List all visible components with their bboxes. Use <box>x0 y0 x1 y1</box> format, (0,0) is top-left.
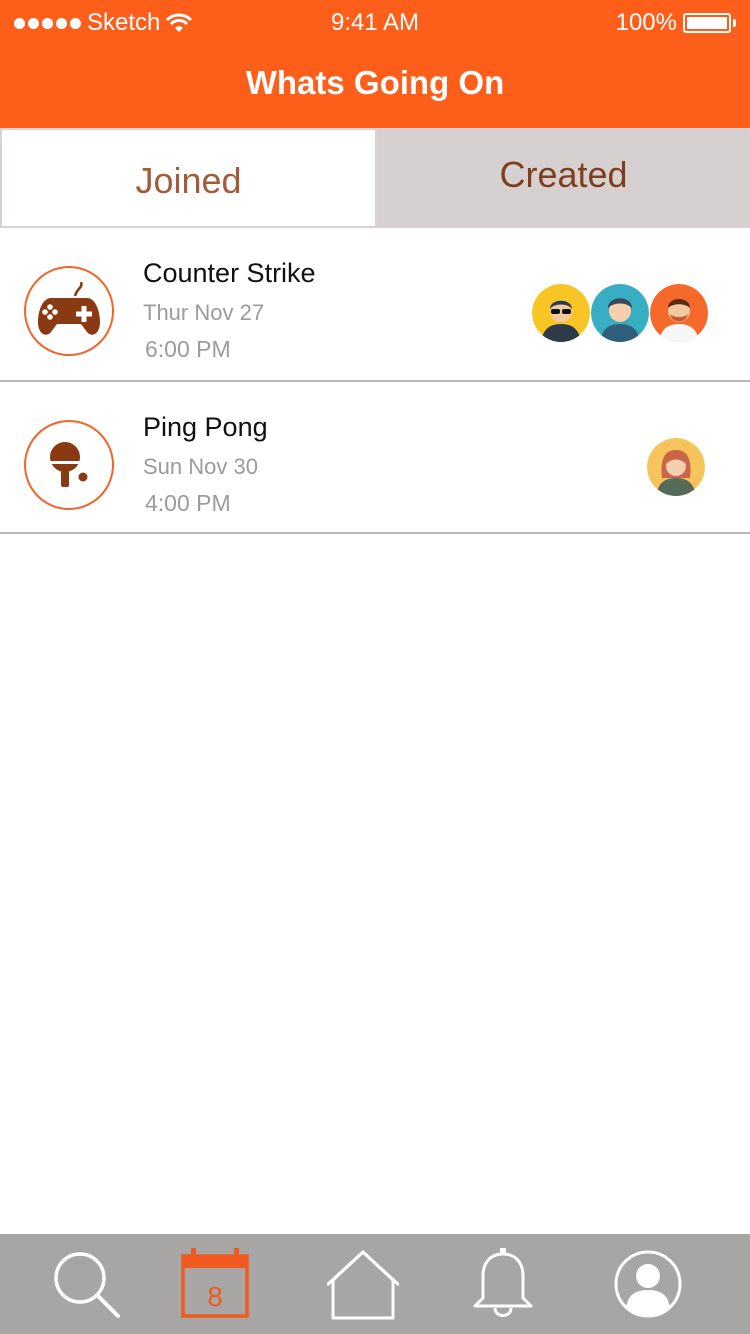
bottom-tab-bar: 8 <box>0 1234 750 1334</box>
app-header: Sketch 9:41 AM 100% Whats Going On <box>0 0 750 128</box>
event-time: 6:00 PM <box>145 336 231 362</box>
battery-icon <box>683 13 731 33</box>
attendee-avatar-man[interactable] <box>591 284 649 342</box>
attendee-avatar-woman[interactable] <box>647 438 705 496</box>
status-right: 100% <box>616 9 736 37</box>
page-title: Whats Going On <box>245 64 505 101</box>
event-list: Counter Strike Thur Nov 27 6:00 PM Ping … <box>0 228 750 534</box>
home-icon[interactable] <box>327 1248 399 1320</box>
calendar-icon[interactable]: 8 <box>179 1248 251 1320</box>
event-name: Counter Strike <box>143 258 316 288</box>
attendee-avatars <box>646 438 705 496</box>
ping-pong-icon <box>24 420 114 510</box>
event-row-ping-pong[interactable]: Ping Pong Sun Nov 30 4:00 PM <box>0 382 750 534</box>
segment-tabs: Joined Created <box>0 128 750 228</box>
profile-icon[interactable] <box>612 1248 684 1320</box>
battery-percent: 100% <box>615 9 677 36</box>
status-bar: Sketch 9:41 AM 100% <box>0 0 750 44</box>
attendee-avatar-bearded-man[interactable] <box>650 284 708 342</box>
gamepad-icon <box>24 266 114 356</box>
tab-joined[interactable]: Joined <box>0 128 377 228</box>
calendar-day: 8 <box>207 1281 223 1312</box>
attendee-avatars <box>531 284 708 342</box>
bell-icon[interactable] <box>467 1248 539 1320</box>
event-time: 4:00 PM <box>145 490 231 516</box>
event-date: Thur Nov 27 <box>143 300 265 325</box>
event-name: Ping Pong <box>143 412 268 442</box>
event-row-counter-strike[interactable]: Counter Strike Thur Nov 27 6:00 PM <box>0 228 750 382</box>
search-icon[interactable] <box>50 1248 122 1320</box>
event-date: Sun Nov 30 <box>143 454 258 479</box>
attendee-avatar-sunglasses[interactable] <box>532 284 590 342</box>
tab-created[interactable]: Created <box>377 128 750 228</box>
